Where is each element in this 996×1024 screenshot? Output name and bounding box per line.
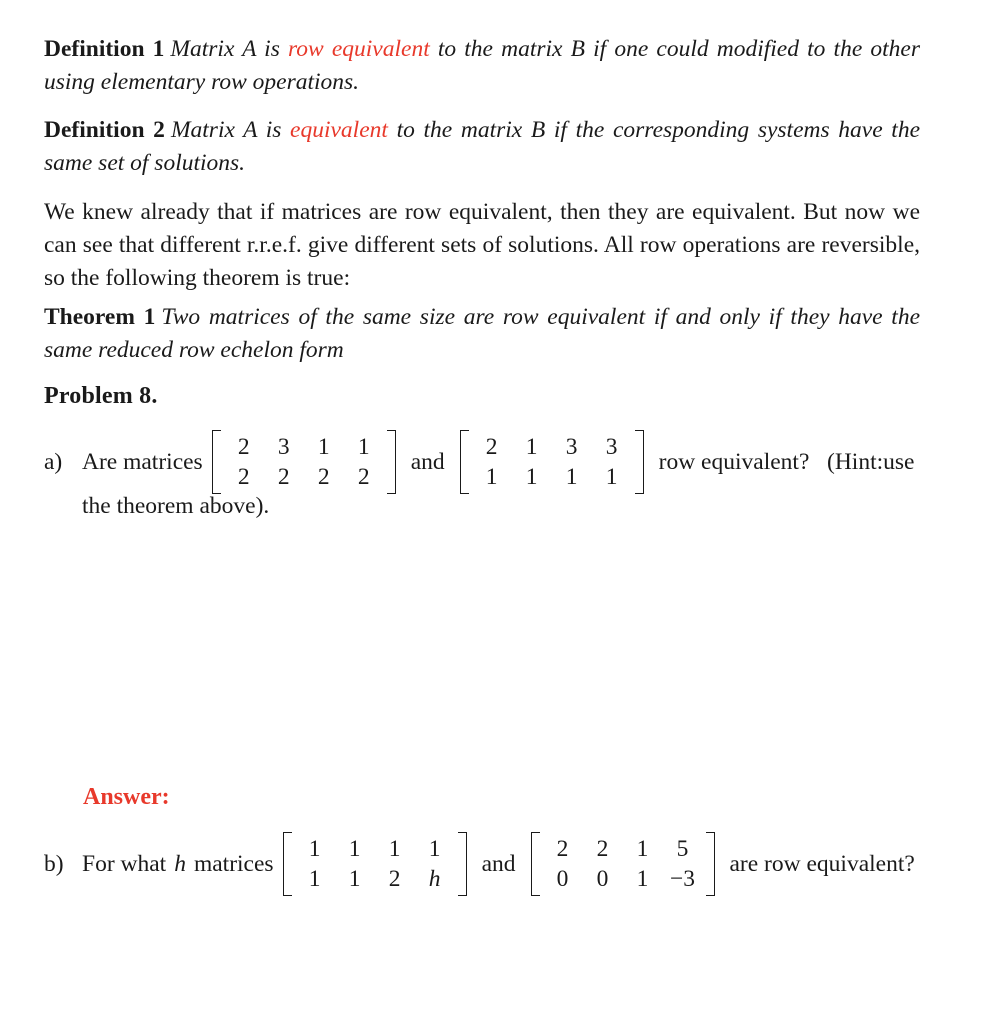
definition-1-highlight: row equivalent (288, 36, 430, 62)
part-b-first-line: b) For what h matrices 1 1 1 1 1 1 2 h a… (44, 832, 924, 896)
answer-label-a: Answer: (83, 784, 170, 810)
definition-2-highlight: equivalent (290, 117, 388, 143)
matrix-cell: 2 (556, 836, 569, 862)
matrix-row: 0 0 1 −3 (543, 864, 703, 894)
matrix-cell: 1 (636, 836, 649, 862)
bracket-right (634, 430, 644, 494)
matrix-cell: h (428, 866, 441, 892)
matrix-a-1: 2 3 1 1 2 2 2 2 (211, 430, 396, 494)
part-b-text-start-1: For what (82, 850, 167, 877)
definition-2-label: Definition 2 (44, 117, 165, 143)
part-b-text-start-2: matrices (193, 850, 274, 877)
matrix-cell: 2 (237, 434, 250, 460)
definition-1-label: Definition 1 (44, 36, 165, 62)
matrix-row: 1 1 2 h (295, 864, 455, 894)
bracket-left (211, 430, 221, 494)
document-page: Definition 1 Matrix A is row equivalent t… (0, 0, 996, 1024)
matrix-cell: 2 (357, 464, 370, 490)
part-a-text-mid: and (410, 448, 445, 475)
matrix-b-2: 2 2 1 5 0 0 1 −3 (530, 832, 715, 896)
theorem-1-text: Two matrices of the same size are row eq… (44, 304, 921, 363)
part-a-first-line: a) Are matrices 2 3 1 1 2 2 2 2 and 2 1 … (44, 430, 924, 494)
bracket-right (457, 832, 467, 896)
part-a-text-end: row equivalent? (Hint:use (658, 448, 915, 475)
part-a-label: a) (44, 448, 63, 475)
body-paragraph: We knew already that if matrices are row… (44, 199, 920, 291)
matrix-row: 1 1 1 1 (295, 834, 455, 864)
matrix-row: 2 2 1 5 (543, 834, 703, 864)
matrix-cell: 1 (317, 434, 330, 460)
theorem-1-label: Theorem 1 (44, 304, 156, 330)
matrix-cell: 2 (485, 434, 498, 460)
matrix-cell: 1 (357, 434, 370, 460)
matrix-cell: 5 (676, 836, 689, 862)
bracket-left (459, 430, 469, 494)
definition-1: Definition 1 Matrix A is row equivalent t… (44, 33, 920, 99)
matrix-row: 2 3 1 1 (224, 432, 384, 462)
matrix-cell: 0 (596, 866, 609, 892)
definition-2: Definition 2 Matrix A is equivalent to th… (44, 114, 920, 180)
matrix-cell: 1 (636, 866, 649, 892)
part-b-variable: h (174, 850, 186, 877)
matrix-cell: −3 (669, 866, 695, 892)
part-a-continuation: the theorem above). (82, 493, 270, 519)
part-b-text-mid: and (481, 850, 516, 877)
matrix-row: 2 1 3 3 (472, 432, 632, 462)
bracket-left (282, 832, 292, 896)
matrix-cell: 1 (525, 464, 538, 490)
matrix-cell: 2 (317, 464, 330, 490)
matrix-cell: 3 (605, 434, 618, 460)
matrix-cell: 1 (525, 434, 538, 460)
theorem-1: Theorem 1 Two matrices of the same size a… (44, 301, 920, 367)
matrix-cell: 2 (596, 836, 609, 862)
problem-part-b: b) For what h matrices 1 1 1 1 1 1 2 h a… (44, 832, 924, 896)
matrix-cell: 2 (277, 464, 290, 490)
matrix-cell: 1 (485, 464, 498, 490)
matrix-cell: 1 (605, 464, 618, 490)
matrix-b-1: 1 1 1 1 1 1 2 h (282, 832, 467, 896)
part-b-label: b) (44, 850, 64, 877)
part-b-text-end: are row equivalent? (729, 850, 915, 877)
matrix-cell: 1 (565, 464, 578, 490)
bracket-right (386, 430, 396, 494)
matrix-cell: 0 (556, 866, 569, 892)
matrix-row: 2 2 2 2 (224, 462, 384, 492)
definition-1-text-before: Matrix A is (170, 36, 288, 62)
matrix-cell: 3 (277, 434, 290, 460)
part-a-text-start: Are matrices (82, 448, 203, 475)
matrix-row: 1 1 1 1 (472, 462, 632, 492)
matrix-a-2: 2 1 3 3 1 1 1 1 (459, 430, 644, 494)
matrix-cell: 2 (237, 464, 250, 490)
matrix-cell: 1 (308, 866, 321, 892)
matrix-cell: 2 (388, 866, 401, 892)
problem-heading: Problem 8. (44, 383, 158, 409)
definition-2-text-before: Matrix A is (170, 117, 291, 143)
bracket-right (705, 832, 715, 896)
matrix-cell: 1 (428, 836, 441, 862)
bracket-left (530, 832, 540, 896)
matrix-cell: 1 (308, 836, 321, 862)
matrix-cell: 1 (348, 836, 361, 862)
problem-part-a: a) Are matrices 2 3 1 1 2 2 2 2 and 2 1 … (44, 430, 924, 523)
matrix-cell: 3 (565, 434, 578, 460)
matrix-cell: 1 (348, 866, 361, 892)
matrix-cell: 1 (388, 836, 401, 862)
